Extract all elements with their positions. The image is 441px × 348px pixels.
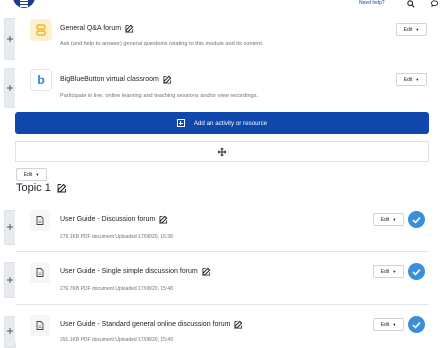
edit-menu-button[interactable]: Edit ▼ <box>396 73 427 86</box>
bigbluebutton-icon: b <box>30 69 52 91</box>
move-icon <box>7 224 13 230</box>
edit-title-icon[interactable] <box>57 183 67 193</box>
chevron-down-icon: ▼ <box>392 322 397 327</box>
move-icon <box>7 85 13 91</box>
completion-checkbox[interactable] <box>408 211 425 228</box>
menu-icon[interactable] <box>13 0 35 8</box>
move-icon <box>7 36 13 42</box>
resource-item: User Guide - Single simple discussion fo… <box>15 252 429 305</box>
completion-checkbox[interactable] <box>408 316 425 333</box>
resource-item: User Guide - Discussion forum 279.1KB PD… <box>15 199 429 252</box>
completion-checkbox[interactable] <box>408 263 425 280</box>
move-icon <box>7 328 13 334</box>
pdf-file-icon <box>30 210 50 231</box>
add-activity-button[interactable]: Add an activity or resource <box>15 112 429 134</box>
plus-square-icon <box>176 119 185 127</box>
move-icon <box>218 147 226 156</box>
topic-title: Topic 1 <box>16 182 67 194</box>
edit-title-icon[interactable] <box>159 215 168 224</box>
edit-menu-button[interactable]: Edit ▼ <box>373 265 404 278</box>
resource-title-link[interactable]: User Guide - Standard general online dis… <box>60 320 243 329</box>
move-section-handle[interactable] <box>15 141 429 162</box>
move-icon <box>7 277 13 283</box>
edit-menu-button[interactable]: Edit ▼ <box>373 318 404 331</box>
chevron-down-icon: ▼ <box>415 27 420 32</box>
check-icon <box>412 321 421 329</box>
activity-description: Ask (and help to answer) general questio… <box>60 41 264 47</box>
chevron-down-icon: ▼ <box>35 172 40 177</box>
activity-title-link[interactable]: BigBlueButton virtual classroom <box>60 75 172 84</box>
need-help-link[interactable]: Need help? <box>359 0 385 6</box>
search-icon[interactable] <box>407 0 415 8</box>
resource-title-link[interactable]: User Guide - Discussion forum <box>60 215 168 224</box>
resource-title-link[interactable]: User Guide - Single simple discussion fo… <box>60 267 211 276</box>
edit-menu-button[interactable]: Edit ▼ <box>373 213 404 226</box>
resource-details: 276.7KB PDF document Uploaded 17/08/20, … <box>60 286 173 292</box>
activity-general-qa-forum: General Q&A forum Ask (and help to answe… <box>15 12 429 63</box>
resource-details: 279.1KB PDF document Uploaded 17/08/20, … <box>60 234 173 240</box>
chevron-down-icon: ▼ <box>392 217 397 222</box>
pdf-file-icon <box>30 315 50 336</box>
edit-title-icon[interactable] <box>234 320 243 329</box>
activity-bigbluebutton: b BigBlueButton virtual classroom Partic… <box>15 62 429 108</box>
activity-title-link[interactable]: General Q&A forum <box>60 24 134 33</box>
chat-icon[interactable] <box>430 0 439 8</box>
chevron-down-icon: ▼ <box>415 77 420 82</box>
chevron-down-icon: ▼ <box>392 269 397 274</box>
edit-title-icon[interactable] <box>163 75 172 84</box>
topic-edit-button[interactable]: Edit ▼ <box>16 168 47 181</box>
check-icon <box>412 268 421 276</box>
pdf-file-icon <box>30 262 50 283</box>
check-icon <box>412 216 421 224</box>
edit-title-icon[interactable] <box>125 24 134 33</box>
resource-details: 291.1KB PDF document Uploaded 17/08/20, … <box>60 337 173 343</box>
top-navbar: Need help? <box>0 0 441 10</box>
edit-title-icon[interactable] <box>202 267 211 276</box>
activity-description: Participate in live, online learning and… <box>60 93 259 99</box>
forum-icon <box>30 19 52 41</box>
resource-item: User Guide - Standard general online dis… <box>15 305 429 343</box>
edit-menu-button[interactable]: Edit ▼ <box>396 23 427 36</box>
